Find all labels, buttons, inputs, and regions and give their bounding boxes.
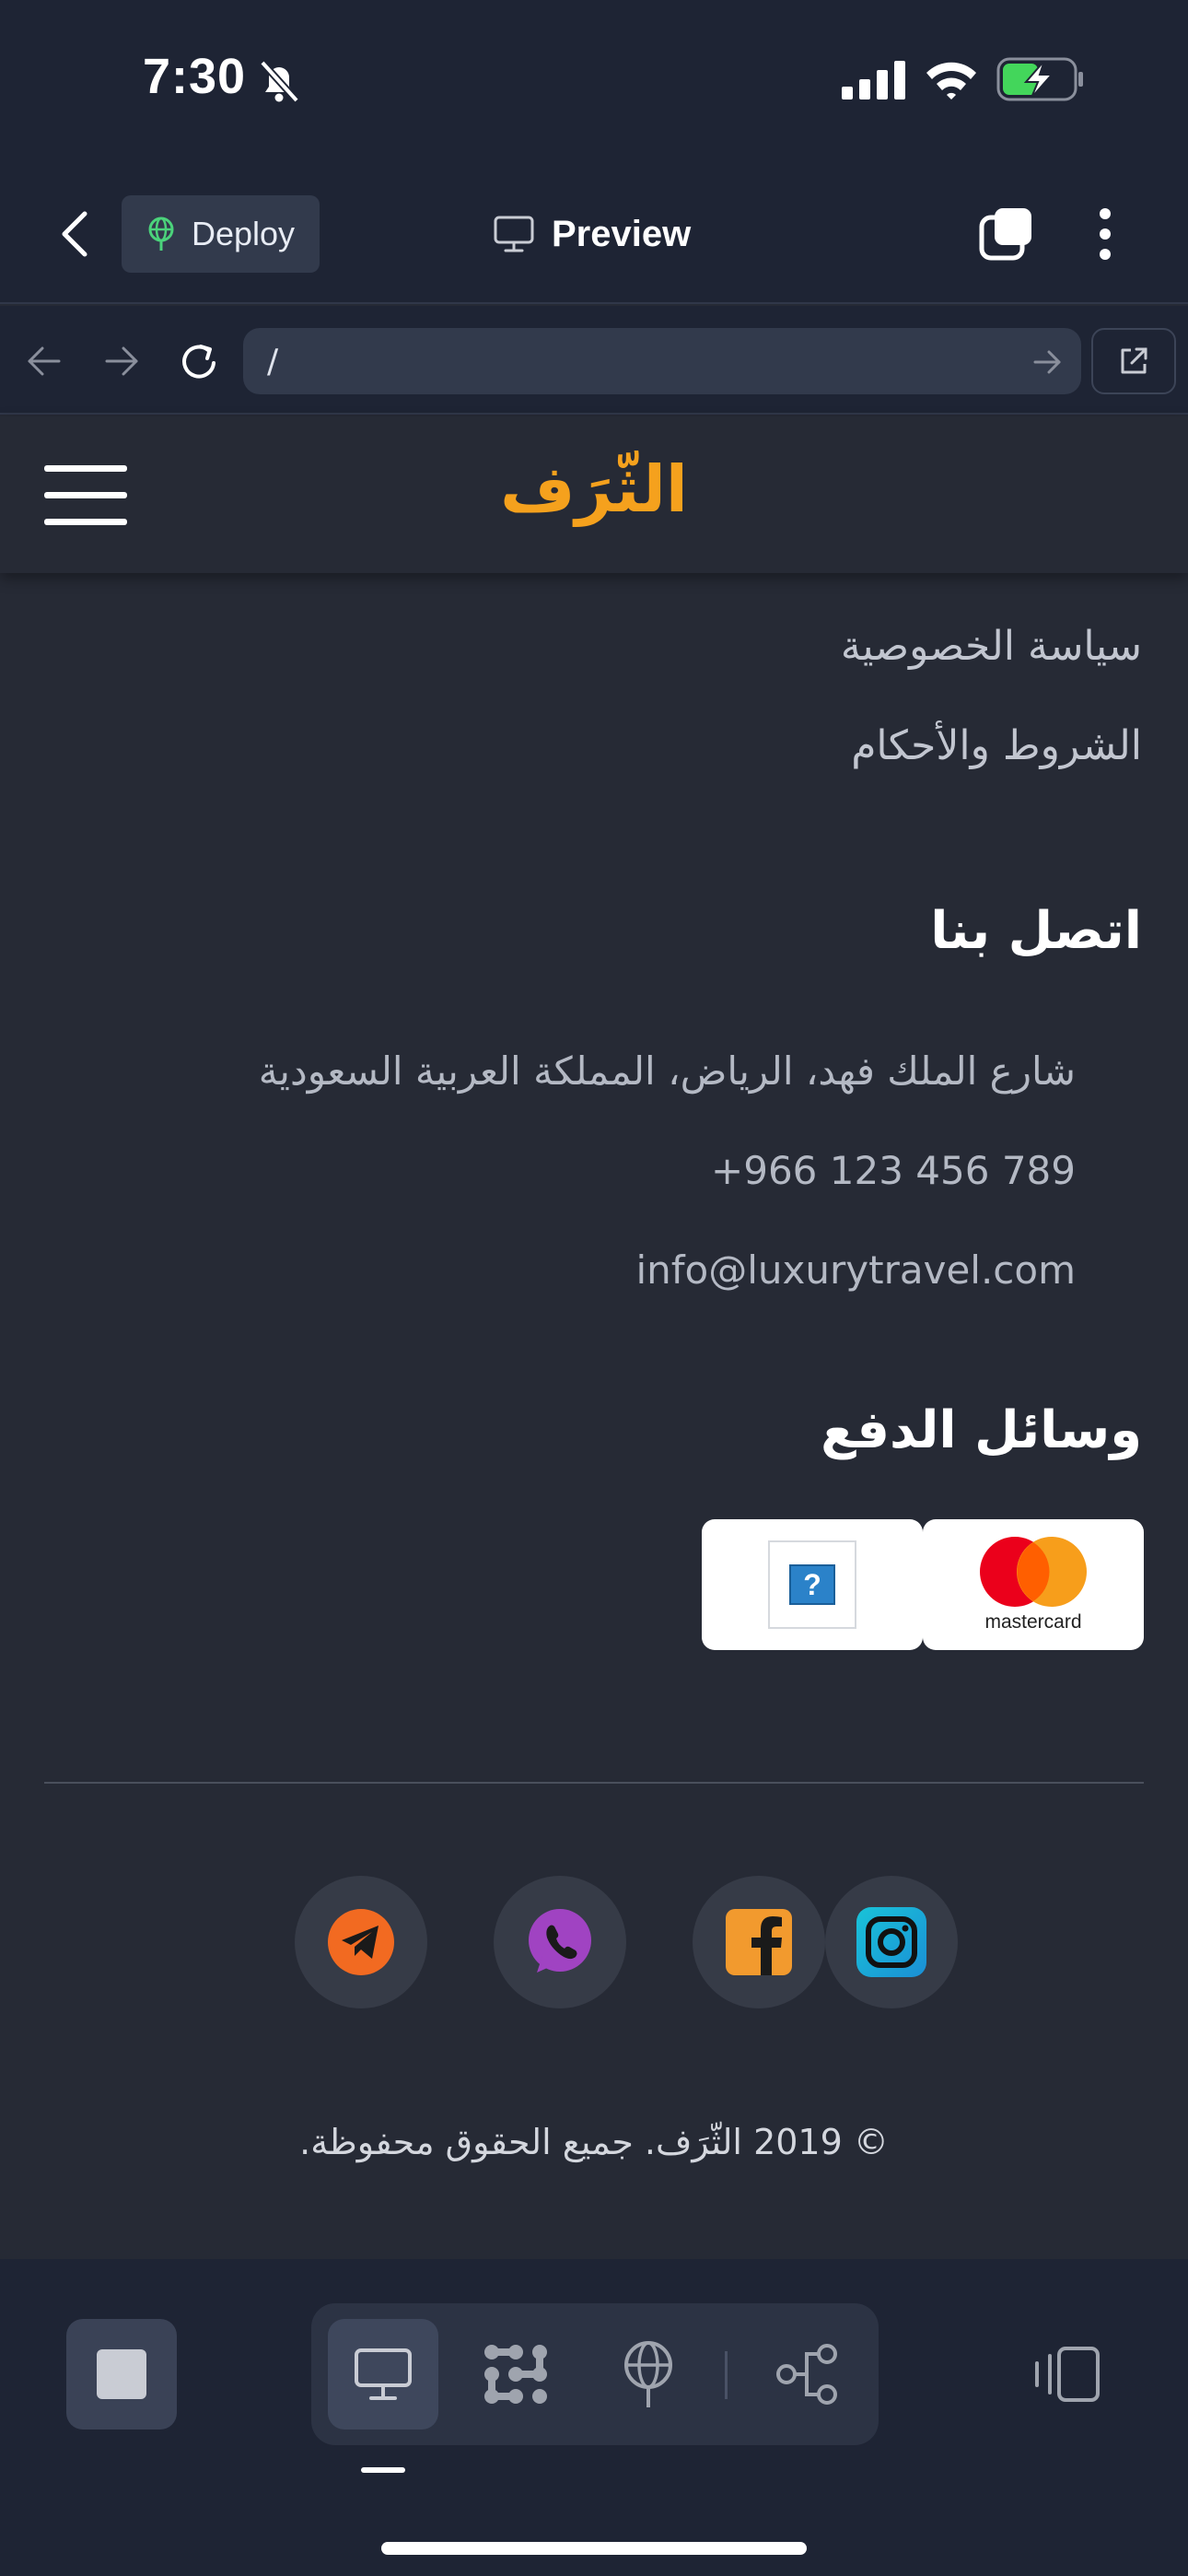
- social-facebook-button[interactable]: [693, 1876, 825, 2008]
- footer-link-terms[interactable]: الشروط والأحكام: [851, 722, 1142, 769]
- browser-forward-icon[interactable]: [103, 345, 140, 378]
- contact-email[interactable]: info@luxurytravel.com: [635, 1247, 1076, 1293]
- open-external-button[interactable]: [1091, 328, 1176, 394]
- social-whatsapp-button[interactable]: [494, 1876, 626, 2008]
- site-logo[interactable]: الثّرَف: [0, 451, 1188, 527]
- share-nodes-icon: [776, 2344, 837, 2405]
- mastercard-logo-icon: [980, 1537, 1087, 1607]
- payment-heading: وسائل الدفع: [821, 1400, 1142, 1460]
- instagram-icon: [856, 1907, 926, 1977]
- footer-link-privacy[interactable]: سياسة الخصوصية: [841, 623, 1142, 670]
- tabs-icon[interactable]: [978, 205, 1035, 262]
- battery-charging-icon: [996, 57, 1083, 101]
- reload-icon[interactable]: [179, 341, 221, 383]
- status-time: 7:30: [143, 49, 247, 104]
- mastercard-wordmark: mastercard: [984, 1611, 1082, 1633]
- payment-card-mastercard: mastercard: [923, 1519, 1144, 1650]
- desktop-monitor-icon: [355, 2348, 412, 2400]
- deploy-globe-icon: [148, 217, 174, 251]
- social-instagram-button[interactable]: [825, 1876, 958, 2008]
- whatsapp-icon: [529, 1909, 591, 1973]
- toolbar-separator: [725, 2351, 728, 2399]
- more-vertical-icon[interactable]: [1094, 206, 1116, 262]
- share-graph-button[interactable]: [751, 2319, 862, 2430]
- workflow-button[interactable]: [460, 2319, 571, 2430]
- stop-square-icon: [97, 2349, 146, 2399]
- active-tab-indicator: [361, 2467, 405, 2473]
- facebook-icon: [726, 1909, 792, 1975]
- bell-muted-icon: [260, 60, 299, 103]
- contact-phone[interactable]: 789 456 123 966+: [711, 1148, 1076, 1193]
- device-rotate-icon[interactable]: [1030, 2345, 1103, 2404]
- broken-image-icon: ?: [768, 1540, 856, 1629]
- deploy-tool-button[interactable]: [593, 2319, 704, 2430]
- browser-back-icon[interactable]: [26, 345, 63, 378]
- url-text: /: [267, 342, 279, 381]
- deploy-button[interactable]: Deploy: [122, 195, 320, 273]
- wifi-icon: [926, 62, 976, 100]
- contact-heading: اتصل بنا: [930, 901, 1142, 961]
- node-grid-icon: [484, 2345, 547, 2404]
- desktop-view-button[interactable]: [328, 2319, 438, 2430]
- preview-title: Preview: [493, 205, 691, 263]
- stop-button[interactable]: [66, 2319, 177, 2430]
- preview-label: Preview: [552, 213, 692, 254]
- deploy-label: Deploy: [192, 215, 296, 252]
- social-telegram-button[interactable]: [295, 1876, 427, 2008]
- monitor-icon: [494, 216, 534, 252]
- back-chevron-icon[interactable]: [59, 210, 90, 258]
- home-indicator: [381, 2542, 807, 2555]
- copyright-text: © 2019 الثّرَف. جميع الحقوق محفوظة.: [299, 2122, 889, 2162]
- payment-card-broken-image: ?: [702, 1519, 923, 1650]
- globe-antenna-icon: [624, 2341, 672, 2407]
- telegram-icon: [328, 1909, 394, 1975]
- cellular-signal-icon: [842, 61, 905, 100]
- external-link-icon: [1121, 347, 1147, 374]
- go-arrow-icon[interactable]: [1031, 348, 1063, 376]
- broken-image-glyph: ?: [789, 1564, 835, 1605]
- contact-address: شارع الملك فهد، الرياض، المملكة العربية …: [258, 1048, 1076, 1094]
- footer-divider: [44, 1782, 1144, 1784]
- url-input[interactable]: /: [243, 328, 1081, 394]
